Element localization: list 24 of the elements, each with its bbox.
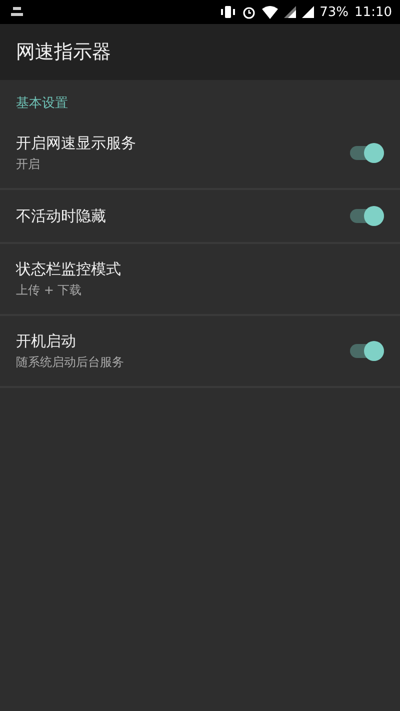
signal-icon	[302, 6, 314, 18]
toggle-switch[interactable]	[350, 146, 384, 160]
setting-title: 开启网速显示服务	[16, 134, 137, 152]
notification-icon	[10, 6, 24, 18]
setting-title: 开机启动	[16, 332, 77, 350]
setting-summary: 随系统启动后台服务	[16, 354, 125, 370]
setting-row[interactable]: 状态栏监控模式 上传 + 下载	[0, 244, 400, 316]
clock: 11:10	[354, 4, 392, 20]
setting-title: 不活动时隐藏	[16, 206, 107, 226]
alarm-icon	[242, 5, 256, 19]
toggle-switch[interactable]	[350, 344, 384, 358]
toggle-switch[interactable]	[350, 209, 384, 223]
vibrate-icon	[220, 5, 236, 19]
section-header: 基本设置	[15, 95, 69, 113]
signal-icon	[284, 6, 296, 18]
setting-row[interactable]: 开机启动 随系统启动后台服务	[0, 316, 400, 388]
app-title: 网速指示器	[16, 40, 111, 65]
battery-percent: 73%	[320, 4, 349, 20]
setting-row[interactable]: 不活动时隐藏	[0, 190, 400, 244]
setting-summary: 上传 + 下载	[16, 282, 83, 298]
setting-summary: 开启	[16, 156, 41, 172]
wifi-icon	[262, 6, 278, 18]
setting-row[interactable]: 开启网速显示服务 开启	[0, 118, 400, 190]
setting-title: 状态栏监控模式	[16, 260, 122, 278]
